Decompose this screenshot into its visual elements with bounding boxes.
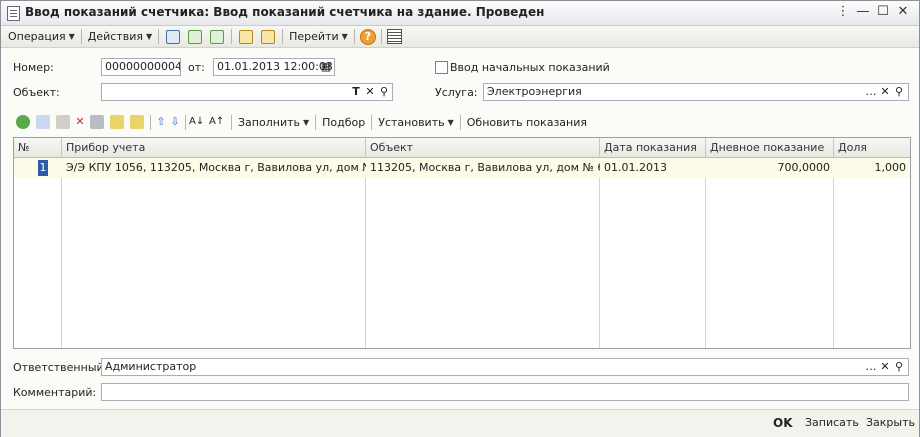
ok-button[interactable]: OK [773, 416, 793, 430]
minimize-button[interactable]: — [855, 4, 871, 20]
add-column-icon[interactable] [110, 115, 124, 129]
maximize-button[interactable]: ☐ [875, 4, 891, 20]
sort-descending-icon[interactable]: A↑ [209, 114, 224, 130]
search-icon[interactable]: ⚲ [377, 84, 391, 100]
goto-menu[interactable]: Перейти ▼ [286, 27, 351, 46]
from-label: от: [188, 61, 205, 74]
save-icon[interactable] [210, 29, 225, 44]
row-number: 1 [38, 160, 48, 176]
select-button[interactable]: Подбор [319, 113, 368, 132]
add-row-icon[interactable] [16, 115, 30, 129]
clear-icon[interactable]: ✕ [878, 84, 892, 100]
service-field[interactable]: Электроэнергия [483, 83, 909, 101]
readings-table: № Прибор учета Объект Дата показания Дне… [13, 137, 911, 349]
table-row[interactable]: 1 Э/Э КПУ 1056, 113205, Москва г, Вавило… [14, 158, 910, 178]
table-header: № Прибор учета Объект Дата показания Дне… [14, 138, 910, 158]
movements-icon[interactable] [239, 29, 254, 44]
main-toolbar: Операция ▼ Действия ▼ Перейти ▼ ? [1, 26, 919, 48]
form-buttons-bar: OK Записать Закрыть [1, 409, 919, 437]
number-label: Номер: [13, 61, 54, 74]
responsible-field[interactable]: Администратор [101, 358, 909, 376]
cell-reading[interactable]: 700,0000 [706, 158, 831, 178]
caret-down-icon: ▼ [68, 32, 75, 41]
select-ellipsis-button[interactable]: … [864, 359, 878, 375]
cell-device[interactable]: Э/Э КПУ 1056, 113205, Москва г, Вавилова… [62, 158, 366, 178]
column-header-share[interactable]: Доля [834, 138, 910, 157]
delete-row-icon[interactable]: ✕ [73, 114, 87, 130]
list-icon[interactable] [386, 29, 402, 44]
column-header-object[interactable]: Объект [366, 138, 600, 157]
calendar-icon[interactable]: ▦ [319, 59, 333, 75]
caret-down-icon: ▼ [341, 32, 348, 41]
actions-menu[interactable]: Действия ▼ [85, 27, 155, 46]
document-window: Ввод показаний счетчика: Ввод показаний … [0, 0, 920, 437]
more-icon[interactable]: ⋮ [835, 4, 851, 20]
comment-field[interactable] [101, 383, 909, 401]
responsible-label: Ответственный: [13, 361, 108, 374]
copy-row-icon[interactable] [36, 115, 50, 129]
operation-menu[interactable]: Операция ▼ [5, 27, 78, 46]
change-column-icon[interactable] [130, 115, 144, 129]
search-icon[interactable]: ⚲ [892, 84, 906, 100]
table-toolbar: ✕ ⇧ ⇩ A↓ A↑ Заполнить ▼ Подбор Установить… [13, 112, 909, 132]
refresh-readings-button[interactable]: Обновить показания [464, 113, 590, 132]
move-down-icon[interactable]: ⇩ [168, 114, 182, 130]
edit-row-icon[interactable] [56, 115, 70, 129]
set-menu[interactable]: Установить ▼ [375, 113, 457, 132]
clear-icon[interactable]: ✕ [363, 84, 377, 100]
end-edit-icon[interactable] [90, 115, 104, 129]
search-icon[interactable]: ⚲ [892, 359, 906, 375]
structure-icon[interactable] [261, 29, 276, 44]
caret-down-icon: ▼ [447, 117, 454, 127]
number-field[interactable]: 00000000004 [101, 58, 181, 76]
cell-date[interactable]: 01.01.2013 [600, 158, 706, 178]
help-icon[interactable]: ? [359, 28, 376, 45]
title-bar: Ввод показаний счетчика: Ввод показаний … [1, 1, 919, 26]
comment-label: Комментарий: [13, 386, 97, 399]
window-title: Ввод показаний счетчика: Ввод показаний … [25, 5, 545, 19]
initial-readings-checkbox[interactable] [435, 61, 448, 74]
caret-down-icon: ▼ [302, 117, 310, 127]
clear-icon[interactable]: ✕ [878, 359, 892, 375]
document-icon [7, 6, 20, 21]
text-type-icon[interactable]: T [349, 84, 363, 100]
object-label: Объект: [13, 86, 60, 99]
move-up-icon[interactable]: ⇧ [154, 114, 168, 130]
close-button[interactable]: ✕ [895, 4, 911, 20]
column-header-device[interactable]: Прибор учета [62, 138, 366, 157]
service-label: Услуга: [435, 86, 478, 99]
initial-readings-label: Ввод начальных показаний [450, 61, 610, 74]
save-button[interactable]: Записать [805, 416, 859, 429]
cell-object[interactable]: 113205, Москва г, Вавилова ул, дом № 67 [366, 158, 600, 178]
cell-share[interactable]: 1,000 [834, 158, 907, 178]
date-field[interactable]: 01.01.2013 12:00:03 [213, 58, 335, 76]
close-form-button[interactable]: Закрыть [866, 416, 915, 429]
select-ellipsis-button[interactable]: … [864, 84, 878, 100]
refresh-icon[interactable] [188, 29, 203, 44]
caret-down-icon: ▼ [145, 32, 153, 41]
column-header-reading[interactable]: Дневное показание [706, 138, 834, 157]
column-header-date[interactable]: Дата показания [600, 138, 706, 157]
sort-ascending-icon[interactable]: A↓ [189, 114, 204, 130]
post-document-icon[interactable] [166, 29, 181, 44]
column-header-number[interactable]: № [14, 138, 62, 157]
fill-menu[interactable]: Заполнить ▼ [235, 113, 312, 132]
